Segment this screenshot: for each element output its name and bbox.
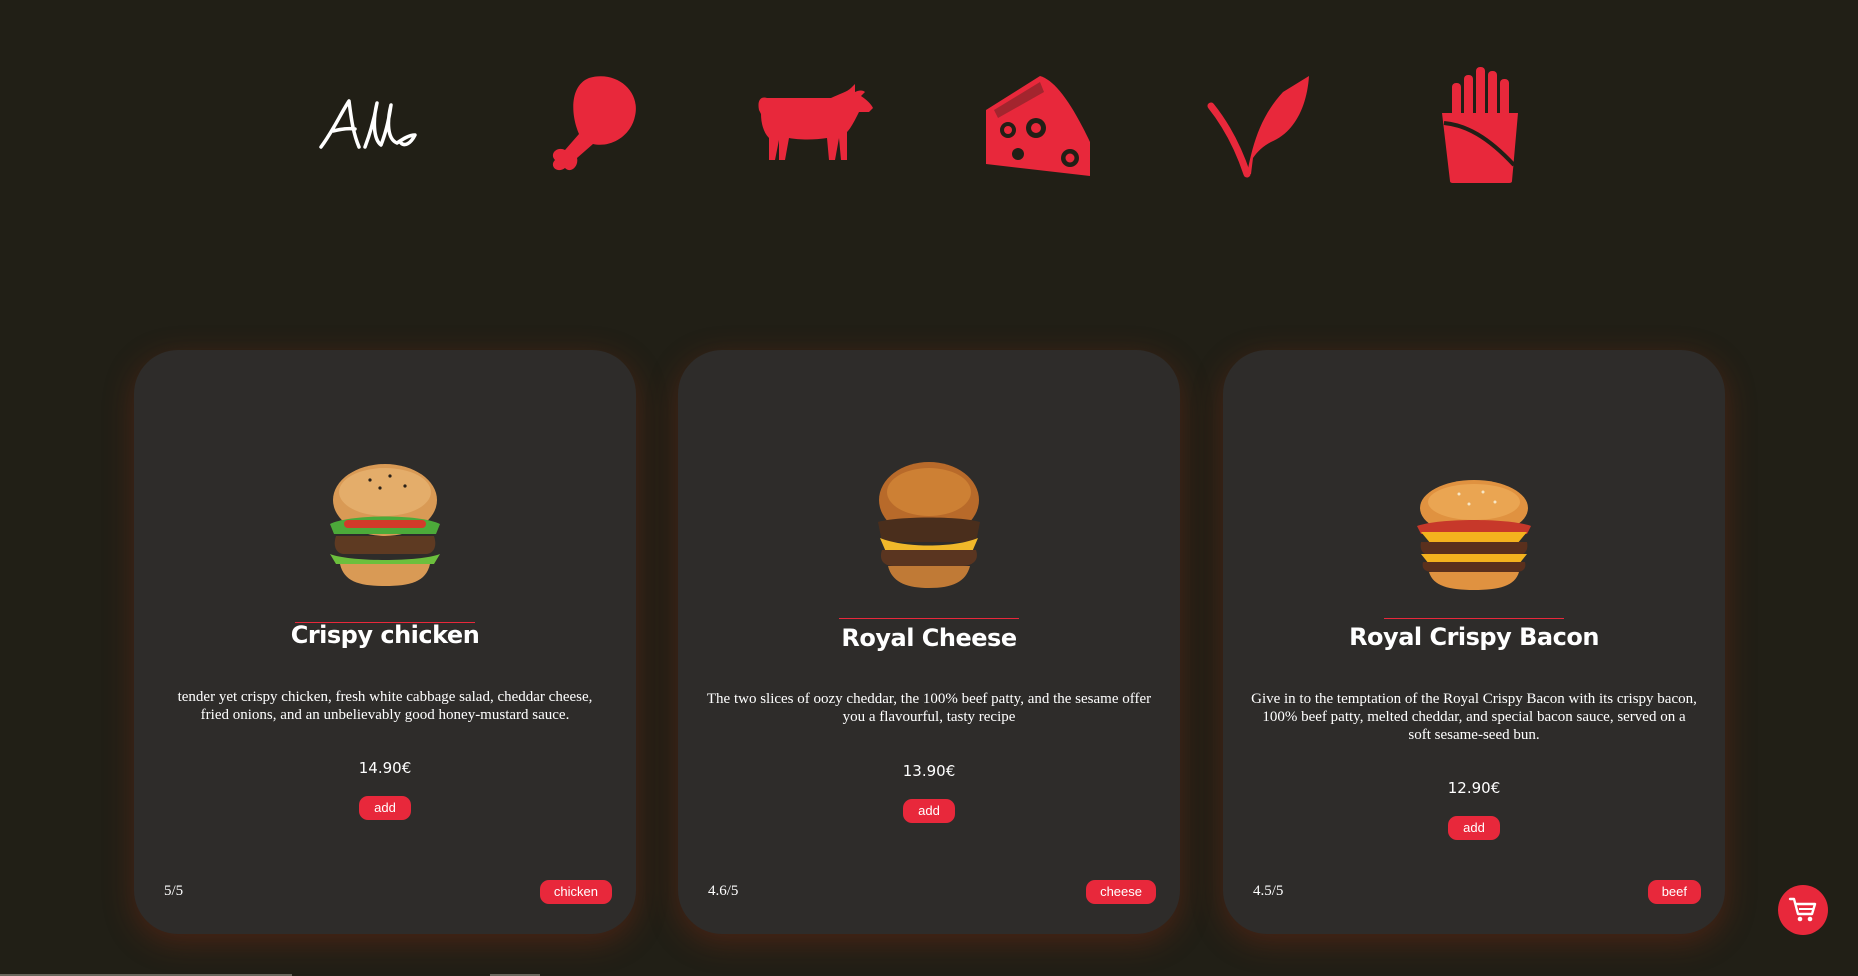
menu-page: Crispy chicken tender yet crispy chicken…	[0, 0, 1858, 976]
category-filter-bar	[300, 60, 1560, 190]
category-tag-button[interactable]: cheese	[1086, 880, 1156, 904]
category-fries-button[interactable]	[1412, 60, 1552, 190]
category-tag-button[interactable]: beef	[1647, 880, 1701, 904]
product-rating: 4.6/5	[708, 883, 739, 899]
product-rating: 5/5	[164, 883, 184, 899]
shopping-cart-icon	[1788, 897, 1817, 922]
add-to-cart-button[interactable]: add	[359, 796, 411, 820]
product-description: The two slices of oozy cheddar, the 100%…	[706, 691, 1152, 725]
product-price: 12.90€	[1447, 779, 1501, 797]
title-divider	[839, 618, 1019, 619]
product-card: Royal Cheese The two slices of oozy ched…	[678, 350, 1180, 934]
cart-button[interactable]	[1778, 885, 1828, 935]
cheese-icon	[986, 76, 1090, 176]
category-vegetarian-button[interactable]	[1190, 60, 1330, 190]
chicken-leg-icon	[552, 76, 636, 171]
category-all-button[interactable]	[300, 60, 440, 190]
burger-image	[1417, 480, 1531, 590]
product-title: Royal Cheese	[841, 624, 1017, 652]
product-title: Royal Crispy Bacon	[1349, 623, 1599, 651]
leaf-icon	[1207, 76, 1309, 178]
category-tag-button[interactable]: chicken	[539, 880, 612, 904]
title-divider	[1384, 618, 1564, 619]
add-to-cart-button[interactable]: add	[1448, 816, 1500, 840]
product-description: Give in to the temptation of the Royal C…	[1251, 691, 1697, 743]
product-card: Crispy chicken tender yet crispy chicken…	[134, 350, 636, 934]
product-card: Royal Crispy Bacon Give in to the tempta…	[1223, 350, 1725, 934]
product-title: Crispy chicken	[290, 621, 480, 649]
product-description: tender yet crispy chicken, fresh white c…	[177, 689, 593, 723]
fries-icon	[1442, 67, 1518, 183]
category-beef-button[interactable]	[745, 60, 885, 190]
category-cheese-button[interactable]	[968, 60, 1108, 190]
product-price: 13.90€	[902, 762, 956, 780]
cow-icon	[758, 84, 873, 160]
burger-image	[330, 464, 440, 586]
add-to-cart-button[interactable]: add	[903, 799, 955, 823]
product-rating: 4.5/5	[1253, 883, 1284, 899]
product-price: 14.90€	[358, 759, 412, 777]
burger-image	[878, 462, 980, 588]
category-chicken-button[interactable]	[522, 60, 662, 190]
all-script-icon	[319, 99, 417, 149]
